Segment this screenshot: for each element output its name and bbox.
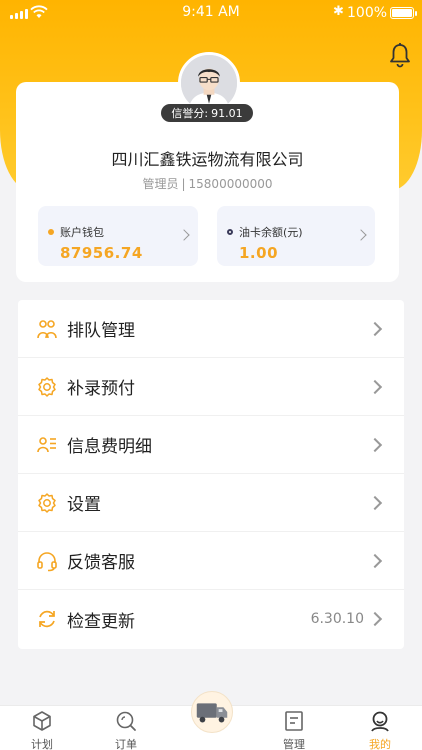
- menu-label: 补录预付: [67, 379, 135, 399]
- credit-score-label: 信誉分:: [171, 107, 209, 120]
- menu-item-settings[interactable]: 设置: [18, 474, 404, 532]
- menu-label: 设置: [67, 495, 101, 515]
- info-fee-icon: [37, 436, 56, 452]
- credit-score-value: 91.01: [211, 106, 243, 120]
- menu-item-check-update[interactable]: 检查更新 6.30.10: [18, 590, 404, 648]
- document-icon: [285, 711, 303, 731]
- tab-management[interactable]: 管理: [252, 706, 336, 750]
- battery-icon: [390, 7, 417, 19]
- user-avatar-icon: [181, 55, 237, 111]
- battery-percentage: 100%: [347, 5, 388, 21]
- wallet-amount: 87956.74: [60, 244, 143, 262]
- tab-mine[interactable]: 我的: [338, 706, 422, 750]
- tab-label: 订单: [115, 738, 137, 750]
- company-name: 四川汇鑫铁运物流有限公司: [111, 150, 304, 169]
- queue-icon: [37, 319, 57, 338]
- menu-label: 排队管理: [67, 321, 135, 341]
- order-search-icon: [116, 711, 136, 731]
- gear-icon: [38, 376, 56, 397]
- user-role: 管理员: [142, 177, 179, 191]
- refresh-icon: [39, 610, 55, 628]
- bluetooth-icon: ✱: [333, 4, 344, 19]
- box-icon: [33, 711, 51, 731]
- account-wallet-card[interactable]: 账户钱包 87956.74: [38, 206, 198, 266]
- chevron-right-icon: [367, 379, 383, 394]
- tab-label: 管理: [283, 738, 305, 750]
- menu-label: 检查更新: [67, 611, 135, 632]
- tab-orders[interactable]: 订单: [84, 706, 168, 750]
- notification-bell-icon[interactable]: [388, 42, 412, 68]
- fuel-card-balance-card[interactable]: 油卡余额(元) 1.00: [217, 206, 375, 266]
- menu-item-supplementary-prepay[interactable]: 补录预付: [18, 358, 404, 416]
- user-phone: 15800000000: [188, 177, 273, 191]
- chevron-right-icon: [367, 495, 383, 510]
- menu-item-info-fee-details[interactable]: 信息费明细: [18, 416, 404, 474]
- menu-label: 信息费明细: [67, 437, 152, 457]
- fuel-balance-label: 油卡余额(元): [239, 226, 303, 239]
- truck-icon: [196, 703, 228, 723]
- center-truck-button[interactable]: [191, 691, 233, 733]
- wallet-label: 账户钱包: [60, 226, 104, 239]
- chevron-right-icon: [178, 229, 190, 241]
- profile-icon: [371, 711, 389, 732]
- chevron-right-icon: [367, 437, 383, 452]
- role-separator: |: [181, 177, 186, 191]
- menu-label: 反馈客服: [67, 553, 135, 573]
- menu-list: 排队管理 补录预付 信息费明细 设置 反馈客服 检查更新 6.30.10: [18, 300, 404, 649]
- settings-icon: [38, 492, 56, 513]
- wallet-dot-icon: [48, 229, 54, 235]
- menu-item-queue-management[interactable]: 排队管理: [18, 300, 404, 358]
- tab-plan[interactable]: 计划: [0, 706, 84, 750]
- chevron-right-icon: [355, 229, 367, 241]
- tab-label: 我的: [369, 738, 391, 750]
- menu-item-feedback-service[interactable]: 反馈客服: [18, 532, 404, 590]
- fuel-dot-icon: [227, 229, 233, 235]
- chevron-right-icon: [367, 611, 383, 627]
- status-bar: 9:41 AM ✱ 100%: [0, 0, 422, 28]
- fuel-balance-amount: 1.00: [239, 244, 279, 262]
- tab-label: 计划: [31, 738, 53, 750]
- app-version: 6.30.10: [310, 611, 364, 627]
- credit-score-badge: 信誉分: 91.01: [161, 104, 253, 122]
- user-role-line: 管理员 | 15800000000: [16, 175, 399, 192]
- chevron-right-icon: [367, 321, 383, 336]
- headset-icon: [37, 551, 57, 571]
- chevron-right-icon: [367, 553, 383, 568]
